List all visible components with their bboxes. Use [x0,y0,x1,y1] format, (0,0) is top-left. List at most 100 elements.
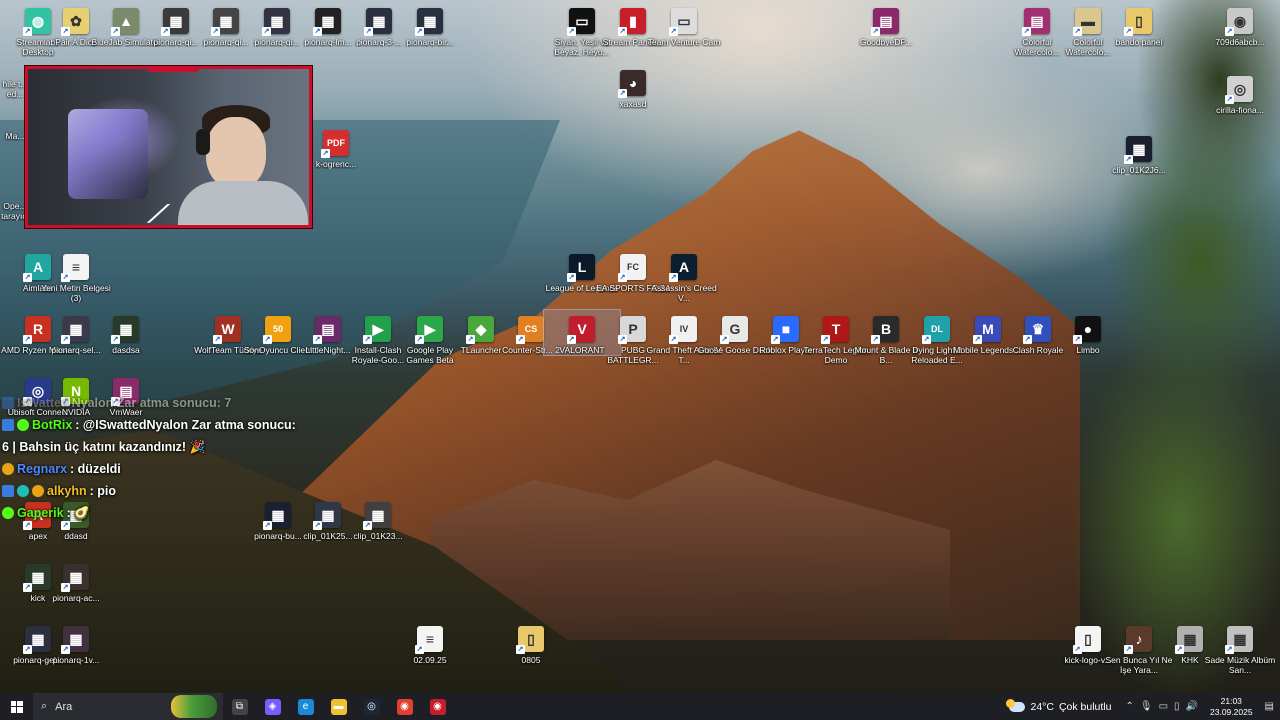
littlenight-icon: ▤ ↗ [313,316,341,344]
gta-icon: IV ↗ [669,316,697,344]
chevron-up-icon[interactable]: ⌃ [1125,701,1133,712]
chat-username[interactable]: BotRix [32,414,72,436]
clock[interactable]: 21:03 23.09.2025 [1210,696,1253,718]
desktop-icon-sade-muzik[interactable]: ▦ ↗ Sade Müzik Albüm San... [1202,620,1278,675]
desktop-icon-date-file[interactable]: ≡ ↗ 02.09.25 [392,620,468,665]
desktop-icon-clip3[interactable]: ▦ ↗ clip_01K23... [340,496,416,541]
file-explorer-icon: ▬ [330,698,347,715]
shortcut-arrow-icon: ↗ [363,335,372,344]
709d6-icon: ◉ ↗ [1225,8,1253,36]
desktop-icon-limbo[interactable]: ● ↗ Limbo [1050,310,1126,355]
desktop-icon-pionarq6[interactable]: ▦ ↗ pionarq-bir... [392,2,468,47]
shortcut-arrow-icon: ↗ [213,335,222,344]
chat-text: : 🥑 [66,506,90,520]
desktop-icon-dasdsa[interactable]: ▦ ↗ dasdsa [88,310,164,355]
desktop-icon-label: 02.09.25 [413,655,447,665]
shortcut-arrow-icon: ↗ [1073,335,1082,344]
pionarq-1v-icon: ▦ ↗ [61,626,89,654]
terratech-icon: T ↗ [821,316,849,344]
desktop-icon-bando[interactable]: ▯ ↗ bando panel [1101,2,1177,47]
desktop-icon-goodbye[interactable]: ▤ ↗ GoodbyeDP... [848,2,924,47]
weather-widget[interactable]: 24°C Çok bulutlu [1006,698,1111,713]
blue-badge-icon [2,419,14,431]
shortcut-arrow-icon: ↗ [111,27,120,36]
notification-icon[interactable]: ▤ [1265,701,1274,712]
desktop-icon-label: dasdsa [112,345,140,355]
chat-text: 6 | Bahsin üç katını kazandınız! 🎉 [2,440,206,454]
limbo-icon: ● ↗ [1073,316,1101,344]
shortcut-arrow-icon: ↗ [111,335,120,344]
shortcut-arrow-icon: ↗ [516,645,525,654]
shortcut-arrow-icon: ↗ [821,335,830,344]
shortcut-arrow-icon: ↗ [364,27,373,36]
microphone-icon[interactable]: 🎙 [1140,701,1153,712]
shortcut-arrow-icon: ↗ [567,27,576,36]
chat-text: : düzeldi [70,462,121,476]
chat-username[interactable]: alkyhn [47,480,87,502]
shortcut-arrow-icon: ↗ [618,27,627,36]
desktop-icon-team-venture[interactable]: ▭ ↗ Team Venture Cam [646,2,722,47]
chat-text: : @ISwattedNyalon Zar atma sonucu: [75,418,296,432]
taskbar-edge-button[interactable]: e [289,693,322,720]
taskbar-file-explorer-button[interactable]: ▬ [322,693,355,720]
clip2-icon: ▦ ↗ [313,502,341,530]
taskbar-search[interactable]: ⌕ Ara [33,693,223,720]
siyah-icon: ▭ ↗ [567,8,595,36]
network-icon[interactable]: ▭ [1159,701,1168,712]
desktop-icon-pionarq-1v[interactable]: ▦ ↗ pionarq-1v... [38,620,114,665]
colorful1-icon: ▤ ↗ [1022,8,1050,36]
pionarq4-icon: ▦ ↗ [313,8,341,36]
shortcut-arrow-icon: ↗ [1175,645,1184,654]
shortcut-arrow-icon: ↗ [1023,335,1032,344]
shortcut-arrow-icon: ↗ [618,273,627,282]
desktop-icon-label: Sade Müzik Albüm San... [1204,655,1276,675]
khk-icon: ▦ ↗ [1175,626,1203,654]
desktop-icon-cirilla[interactable]: ◎ ↗ cirilla-fiona... [1202,70,1278,115]
desktop-icon-pionarq-ac[interactable]: ▦ ↗ pionarq-ac... [38,558,114,603]
taskbar-recording-button[interactable]: ◉ [421,693,454,720]
tlauncher-icon: ◆ ↗ [466,316,494,344]
desktop-icon-label: pionarq-ac... [52,593,100,603]
taskbar-chrome-button[interactable]: ◉ [388,693,421,720]
shortcut-arrow-icon: ↗ [1124,645,1133,654]
desktop-icon-ac[interactable]: A ↗ Assassin's Creed V... [646,248,722,303]
pinned-apps: ⧉ ◈ e ▬ ◎ ◉ ◉ [223,693,454,720]
shortcut-arrow-icon: ↗ [1022,27,1031,36]
colorful2-icon: ▬ ↗ [1073,8,1101,36]
battery-icon[interactable]: ▯ [1174,701,1180,712]
chat-username[interactable]: Gaperik [17,502,64,524]
taskbar-steam-button[interactable]: ◎ [355,693,388,720]
ac-icon: A ↗ [669,254,697,282]
start-button[interactable] [0,693,33,720]
shortcut-arrow-icon: ↗ [321,149,330,158]
shortcut-arrow-icon: ↗ [669,335,678,344]
desktop-icon-yeni-metin[interactable]: ≡ ↗ Yeni Metin Belgesi (3) [38,248,114,303]
shortcut-arrow-icon: ↗ [466,335,475,344]
volume-icon[interactable]: 🔊 [1186,701,1198,712]
webcam-headset [196,129,210,155]
gold-badge-icon [32,485,44,497]
xaxasd-icon: ◕ ↗ [618,70,646,98]
desktop-icon-clip1[interactable]: ▦ ↗ clip_01K2J6... [1101,130,1177,175]
shortcut-arrow-icon: ↗ [516,335,525,344]
shortcut-arrow-icon: ↗ [161,27,170,36]
pionarq5-icon: ▦ ↗ [364,8,392,36]
pdf-icon: PDF ↗ [321,130,349,158]
taskbar-task-view-button[interactable]: ⧉ [223,693,256,720]
lol-icon: L ↗ [567,254,595,282]
shortcut-arrow-icon: ↗ [23,27,32,36]
bluejab-icon: ▲ ↗ [111,8,139,36]
goodbye-icon: ▤ ↗ [871,8,899,36]
date-file-icon: ≡ ↗ [415,626,443,654]
chat-username[interactable]: Regnarx [17,458,67,480]
blue-badge-icon [2,397,14,409]
shortcut-arrow-icon: ↗ [23,645,32,654]
shortcut-arrow-icon: ↗ [23,583,32,592]
shortcut-arrow-icon: ↗ [1073,27,1082,36]
kick-logo-icon: ▯ ↗ [1073,626,1101,654]
desktop-icon-folder-0805[interactable]: ▯ ↗ 0805 [493,620,569,665]
desktop-icon-709d6[interactable]: ◉ ↗ 709d6abcb... [1202,2,1278,47]
chat-username[interactable]: IsWatted [17,392,69,414]
desktop-icon-xaxasd[interactable]: ◕ ↗ xaxasd [595,64,671,109]
taskbar-copilot-button[interactable]: ◈ [256,693,289,720]
